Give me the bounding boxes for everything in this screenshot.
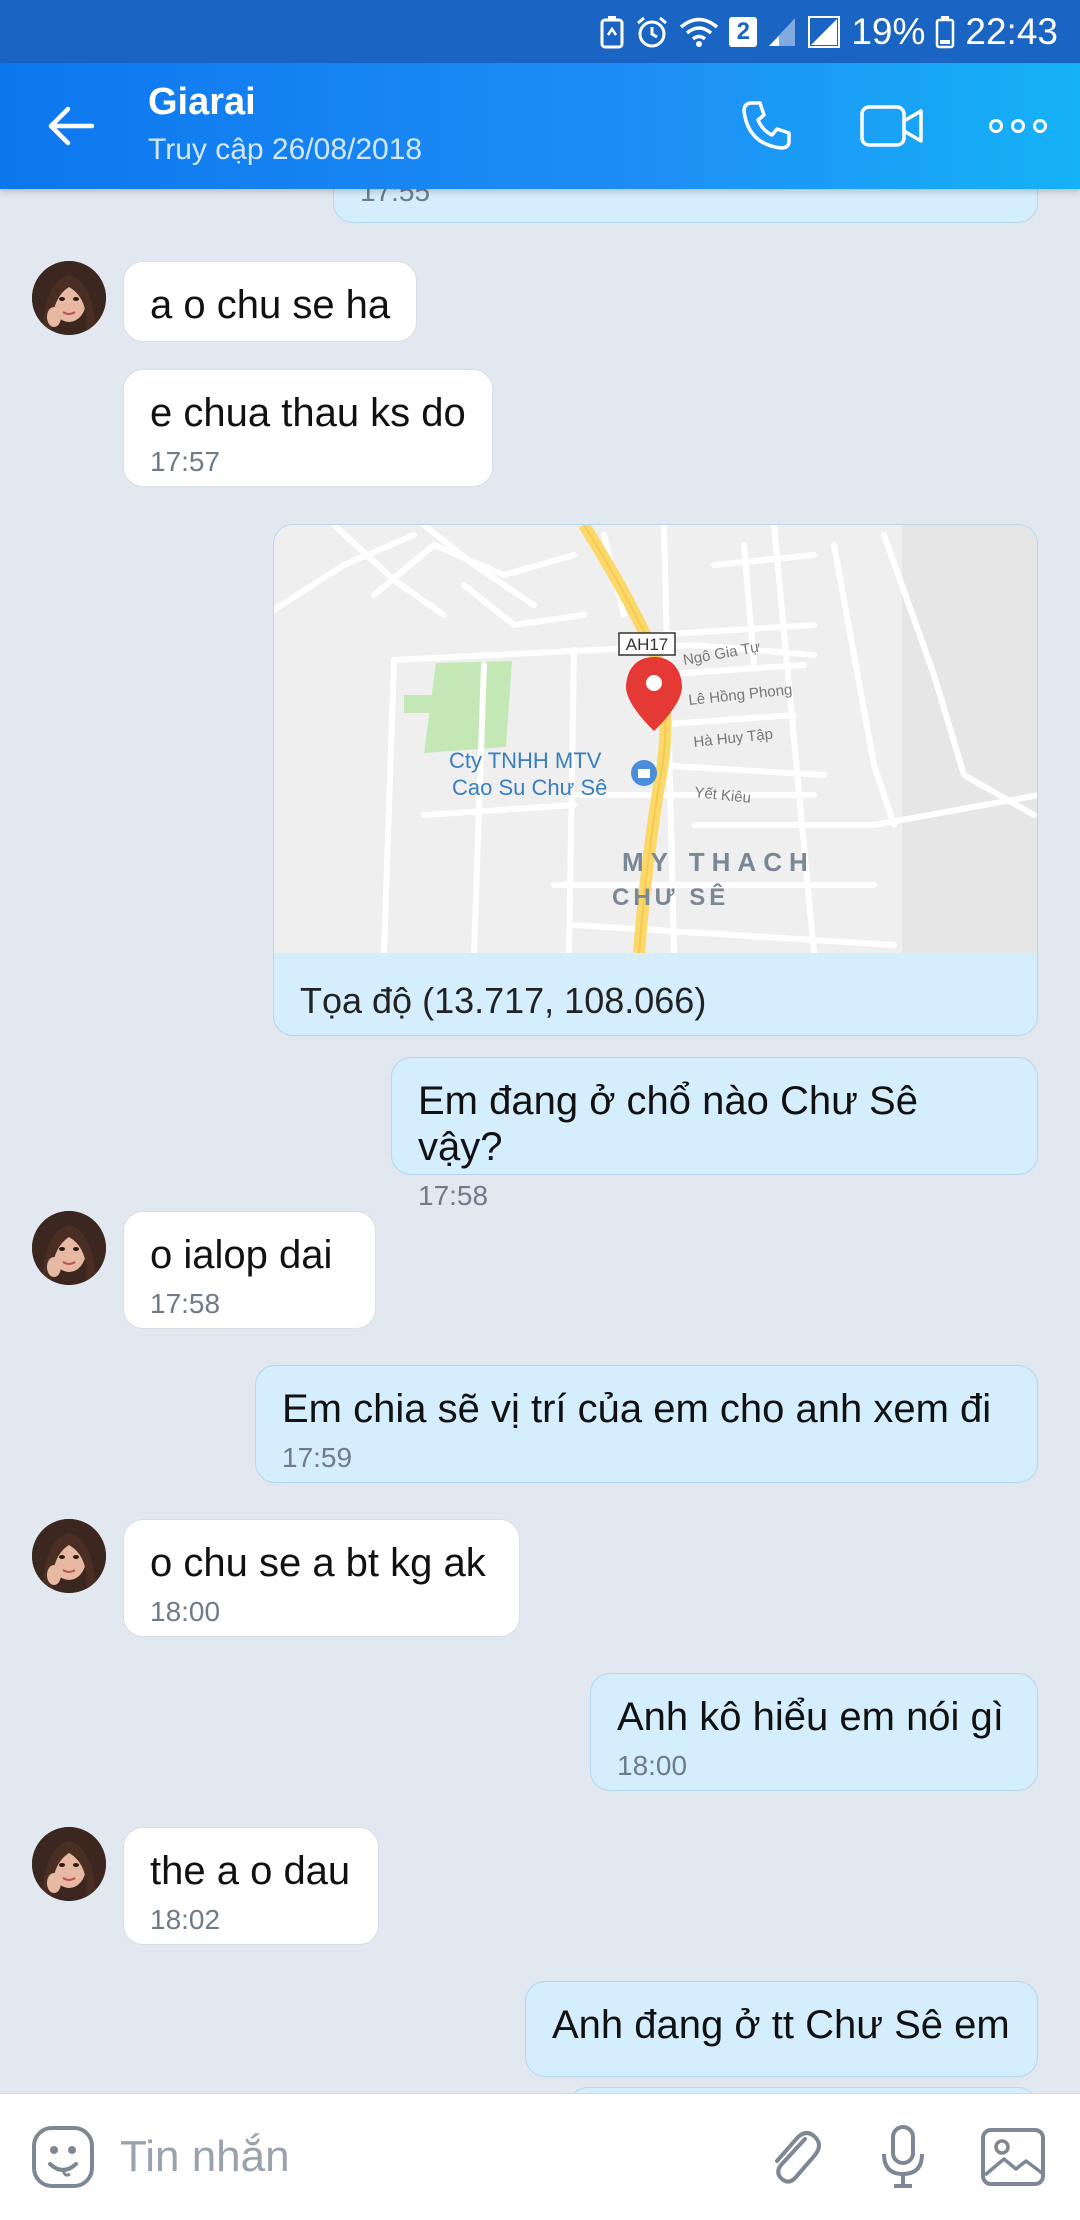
message-bubble-outgoing[interactable]: Em đang ở chổ nào Chư Sê vậy? 17:58 — [391, 1057, 1038, 1211]
message-bubble-incoming[interactable]: o ialop dai 17:58 — [123, 1211, 376, 1329]
chat-header: Giarai Truy cập 26/08/2018 — [0, 63, 1080, 189]
contact-avatar[interactable] — [32, 261, 106, 335]
voice-call-button[interactable] — [726, 91, 806, 161]
message-text: Em chia sẽ vị trí của em cho anh xem đi — [282, 1387, 992, 1431]
message-time: 17:58 — [418, 1180, 489, 1211]
message-text: Anh kô hiểu em nói gì — [617, 1695, 1004, 1739]
emoji-icon — [32, 2126, 94, 2188]
contact-avatar[interactable] — [32, 1519, 106, 1593]
message-bubble-incoming[interactable]: e chua thau ks do 17:57 — [123, 369, 493, 487]
phone-icon — [742, 101, 791, 150]
message-time: 17:58 — [150, 1288, 221, 1319]
map-area-label: MY THACH — [622, 847, 815, 877]
clock: 22:43 — [965, 10, 1058, 52]
message-bubble-outgoing[interactable]: Anh đang ở tt Chư Sê em — [525, 1981, 1038, 2077]
avatar-photo — [32, 1211, 106, 1285]
more-options-icon — [989, 119, 1047, 133]
contact-name[interactable]: Giarai — [148, 81, 256, 124]
emoji-button[interactable] — [30, 2124, 96, 2190]
message-list[interactable]: 17:55 a o chu se ha e chua thau ks do 17… — [0, 189, 1080, 2093]
message-text: e chua thau ks do — [150, 391, 466, 435]
message-bubble-incoming[interactable]: a o chu se ha — [123, 261, 418, 342]
contact-avatar[interactable] — [32, 1827, 106, 1901]
signal-icon-2 — [808, 15, 841, 48]
map-poi-label: Cao Su Chư Sê — [452, 775, 607, 800]
back-arrow-icon — [48, 106, 94, 146]
message-bubble-outgoing[interactable]: 17:55 — [333, 189, 1038, 223]
avatar-photo — [32, 1519, 106, 1593]
attach-button[interactable] — [756, 2120, 830, 2194]
attachment-icon — [775, 2131, 821, 2184]
battery-percent: 19% — [851, 10, 926, 52]
sim-slot-badge: 2 — [729, 16, 758, 47]
message-time: 17:55 — [360, 189, 431, 207]
message-text: a o chu se ha — [150, 283, 391, 327]
wifi-icon — [680, 17, 719, 47]
microphone-icon — [882, 2125, 924, 2188]
status-icons: 2 19% 22:43 — [599, 0, 1058, 63]
contact-avatar[interactable] — [32, 1211, 106, 1285]
message-text: o ialop dai — [150, 1233, 333, 1277]
message-bubble-outgoing[interactable]: Em chia sẽ vị trí của em cho anh xem đi … — [255, 1365, 1038, 1483]
video-call-button[interactable] — [852, 91, 932, 161]
message-input[interactable] — [120, 2122, 720, 2192]
message-time: 17:59 — [282, 1442, 353, 1473]
message-text: Anh đang ở tt Chư Sê em — [552, 2003, 1010, 2047]
message-bubble-incoming[interactable]: the a o dau 18:02 — [123, 1827, 379, 1945]
signal-icon-1 — [769, 17, 796, 46]
message-time: 18:00 — [150, 1596, 221, 1627]
message-bubble-outgoing[interactable]: Anh kô hiểu em nói gì 18:00 — [590, 1673, 1038, 1791]
location-coordinates: Tọa độ (13.717, 108.066) — [300, 980, 707, 1021]
battery-icon — [936, 15, 955, 48]
location-map-preview[interactable]: AH17 Ngô Gia Tự Lê Hồng Phong Hà Huy Tập… — [274, 525, 1037, 956]
avatar-photo — [32, 1827, 106, 1901]
map-highway-label: AH17 — [626, 635, 669, 654]
map-poi-label: Cty TNHH MTV — [449, 748, 602, 773]
voice-record-button[interactable] — [866, 2120, 940, 2194]
video-call-icon — [860, 105, 923, 147]
message-bubble-incoming[interactable]: o chu se a bt kg ak 18:00 — [123, 1519, 520, 1637]
message-composer — [0, 2093, 1080, 2220]
message-text: the a o dau — [150, 1849, 351, 1893]
location-message-card[interactable]: AH17 Ngô Gia Tự Lê Hồng Phong Hà Huy Tập… — [273, 524, 1038, 1036]
last-access-status: Truy cập 26/08/2018 — [148, 133, 423, 166]
back-button[interactable] — [36, 93, 106, 159]
image-icon — [981, 2128, 1045, 2186]
map-image: AH17 Ngô Gia Tự Lê Hồng Phong Hà Huy Tập… — [274, 525, 1037, 956]
battery-saver-icon — [600, 15, 624, 48]
image-picker-button[interactable] — [976, 2120, 1050, 2194]
alarm-icon — [637, 16, 668, 47]
status-bar: 2 19% 22:43 — [0, 0, 1080, 63]
avatar-photo — [32, 261, 106, 335]
message-time: 17:57 — [150, 446, 221, 477]
message-text: o chu se a bt kg ak — [150, 1541, 486, 1585]
message-time: 18:00 — [617, 1750, 688, 1781]
message-text: Em đang ở chổ nào Chư Sê vậy? — [418, 1079, 918, 1169]
map-area-label: CHƯ SÊ — [612, 883, 729, 911]
message-time: 18:02 — [150, 1904, 221, 1935]
more-options-button[interactable] — [978, 91, 1058, 161]
